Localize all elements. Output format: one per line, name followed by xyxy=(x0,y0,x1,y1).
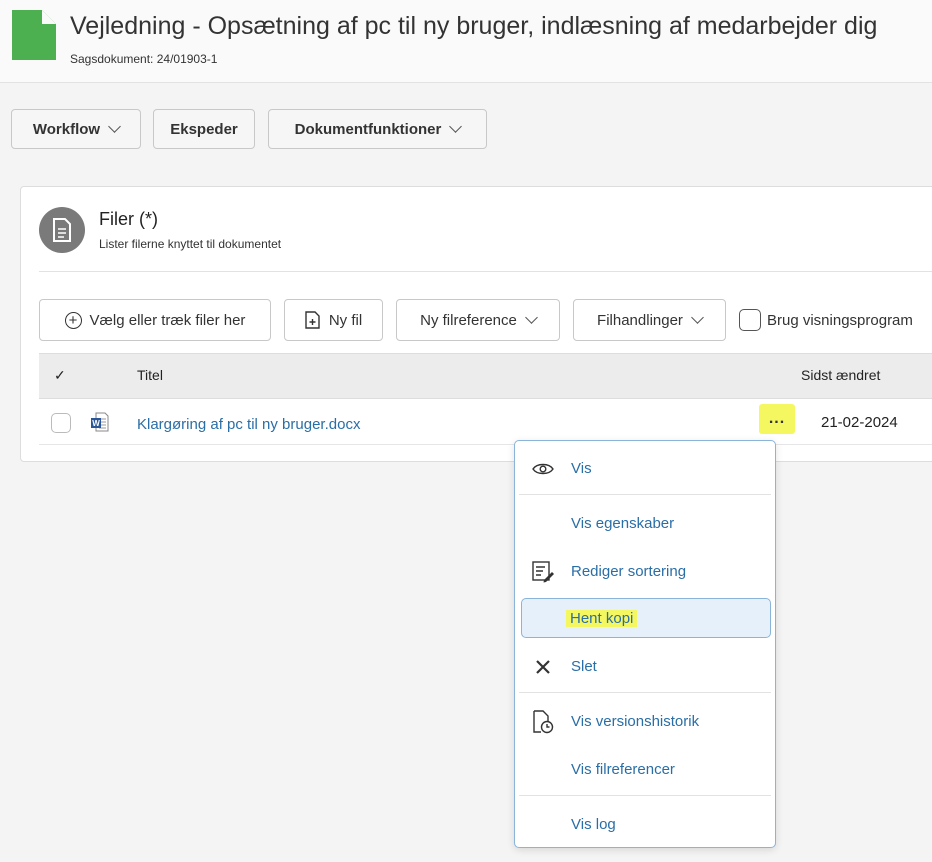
ekspeder-button[interactable]: Ekspeder xyxy=(153,109,255,149)
menu-label: Vis versionshistorik xyxy=(571,713,700,730)
column-modified[interactable]: Sidst ændret xyxy=(801,367,880,383)
files-subtitle: Lister filerne knyttet til dokumentet xyxy=(99,237,282,251)
menu-label: Vis egenskaber xyxy=(571,515,675,532)
menu-item-slet[interactable]: Slet xyxy=(515,647,775,687)
modified-date: 21-02-2024 xyxy=(821,414,898,431)
document-header: Vejledning - Opsætning af pc til ny brug… xyxy=(0,0,932,83)
file-history-icon xyxy=(531,710,555,734)
table-header: ✓ Titel Sidst ændret xyxy=(39,353,932,399)
viewer-label: Brug visningsprogram xyxy=(767,311,913,329)
chevron-down-icon xyxy=(449,120,463,133)
chevron-down-icon xyxy=(108,120,121,133)
menu-label: Slet xyxy=(571,658,597,675)
menu-item-vis[interactable]: Vis xyxy=(515,449,775,489)
column-title[interactable]: Titel xyxy=(137,367,163,383)
svg-text:W: W xyxy=(92,419,100,428)
chevron-down-icon xyxy=(691,311,704,324)
document-icon xyxy=(12,10,56,60)
dokumentfunktioner-label: Dokumentfunktioner xyxy=(294,120,442,138)
menu-label: Vis filreferencer xyxy=(571,761,675,778)
menu-label: Hent kopi xyxy=(566,610,638,627)
ekspeder-label: Ekspeder xyxy=(170,120,238,138)
menu-item-vis-versionshistorik[interactable]: Vis versionshistorik xyxy=(515,702,775,742)
case-document-number: Sagsdokument: 24/01903-1 xyxy=(70,52,218,66)
menu-item-hent-kopi[interactable]: Hent kopi xyxy=(521,598,771,638)
file-actions-label: Filhandlinger xyxy=(597,311,683,329)
document-icon xyxy=(39,207,85,253)
files-panel: Filer (*) Lister filerne knyttet til dok… xyxy=(20,186,932,462)
workflow-label: Workflow xyxy=(32,120,101,138)
menu-item-vis-filreferencer[interactable]: Vis filreferencer xyxy=(515,750,775,790)
menu-label: Vis log xyxy=(571,816,616,833)
divider xyxy=(39,271,932,272)
dokumentfunktioner-button[interactable]: Dokumentfunktioner xyxy=(268,109,487,149)
new-file-reference-button[interactable]: Ny filreference xyxy=(396,299,560,341)
menu-label: Vis xyxy=(571,460,592,477)
viewer-toggle[interactable]: Brug visningsprogram xyxy=(739,309,913,331)
menu-item-vis-egenskaber[interactable]: Vis egenskaber xyxy=(515,504,775,544)
highlight: Hent kopi xyxy=(566,610,638,627)
close-icon xyxy=(531,656,555,678)
select-all-checkmark[interactable]: ✓ xyxy=(54,367,66,384)
add-circle-icon: + xyxy=(64,311,82,329)
new-file-label: Ny fil xyxy=(328,311,363,329)
edit-list-icon xyxy=(531,561,555,583)
file-actions-button[interactable]: Filhandlinger xyxy=(573,299,726,341)
choose-files-button[interactable]: + Vælg eller træk filer her xyxy=(39,299,271,341)
new-file-icon xyxy=(305,311,320,329)
word-file-icon: W xyxy=(91,412,109,432)
context-menu: Vis Vis egenskaber Rediger sortering Hen… xyxy=(514,440,776,848)
menu-divider xyxy=(519,795,771,796)
viewer-checkbox[interactable] xyxy=(739,309,761,331)
file-title-link[interactable]: Klargøring af pc til ny bruger.docx xyxy=(137,416,360,433)
new-file-button[interactable]: Ny fil xyxy=(284,299,383,341)
menu-item-vis-log[interactable]: Vis log xyxy=(515,805,775,845)
menu-item-rediger-sortering[interactable]: Rediger sortering xyxy=(515,552,775,592)
page-title: Vejledning - Opsætning af pc til ny brug… xyxy=(70,12,878,40)
menu-divider xyxy=(519,692,771,693)
workflow-button[interactable]: Workflow xyxy=(11,109,141,149)
files-title: Filer (*) xyxy=(99,209,158,229)
menu-divider xyxy=(519,494,771,495)
more-actions-button[interactable]: ... xyxy=(759,404,795,434)
new-file-reference-label: Ny filreference xyxy=(420,311,517,329)
table-row[interactable]: W Klargøring af pc til ny bruger.docx ..… xyxy=(39,399,932,445)
choose-files-label: Vælg eller træk filer her xyxy=(89,311,246,329)
menu-label: Rediger sortering xyxy=(571,563,687,580)
chevron-down-icon xyxy=(524,311,538,324)
eye-icon xyxy=(531,458,555,480)
row-checkbox[interactable] xyxy=(51,413,71,433)
